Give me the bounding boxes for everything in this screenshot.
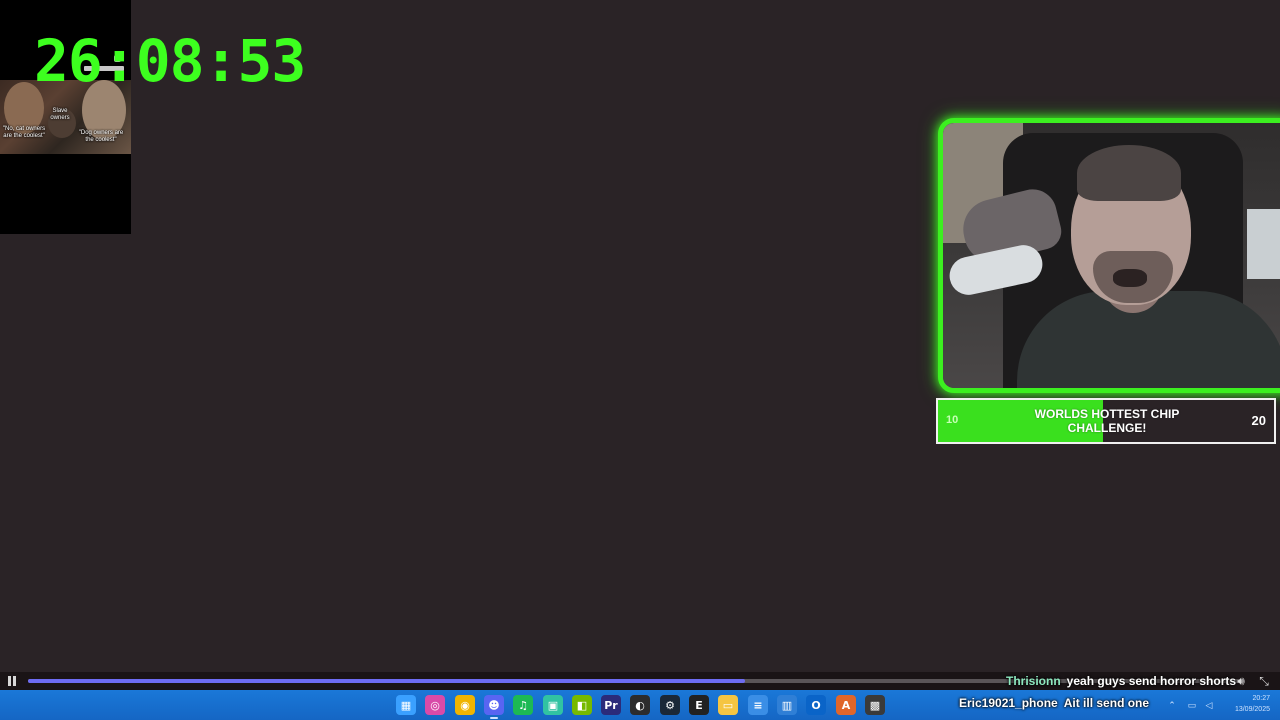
- webcam-streamer-hair: [1077, 145, 1181, 201]
- search-icon[interactable]: ◎: [425, 695, 445, 715]
- volume-tray-icon[interactable]: ◁: [1203, 699, 1215, 711]
- exit-fullscreen-icon[interactable]: ⤡: [1257, 674, 1271, 688]
- stream-stage: "No, cat owners are the coolest" Slave o…: [0, 0, 1280, 672]
- chat-username: Thrisionn: [1006, 674, 1061, 688]
- nvidia-icon[interactable]: ◧: [572, 695, 592, 715]
- pause-button[interactable]: [6, 675, 18, 687]
- video-player-controls: 🔊︎ ⤡ Thrisionn yeah guys send horror shor…: [0, 672, 1280, 690]
- goal-max-value: 20: [1251, 413, 1266, 428]
- task-manager-icon[interactable]: ▥: [777, 695, 797, 715]
- windows-taskbar: ▦ ◎ ◉ ☻ ♫ ▣ ◧ Pr ◐ ⚙ E ▭ ≡ ▥ O A ▩ Eric19021_phone Ait il…: [0, 690, 1280, 720]
- windows-start-icon[interactable]: ▦: [396, 695, 416, 715]
- minecraft-icon[interactable]: ▩: [865, 695, 885, 715]
- app-a-icon[interactable]: A: [836, 695, 856, 715]
- outlook-icon[interactable]: O: [806, 695, 826, 715]
- goal-min-value: 10: [946, 414, 959, 426]
- streamlabs-icon[interactable]: ▣: [543, 695, 563, 715]
- tray-date: 13/09/2025: [1234, 706, 1270, 713]
- spotify-icon[interactable]: ♫: [513, 695, 533, 715]
- notepad-icon[interactable]: ≡: [748, 695, 768, 715]
- tray-clock[interactable]: 20:27 13/09/2025: [1235, 693, 1270, 715]
- chat-username: Eric19021_phone: [959, 696, 1058, 710]
- chat-message: Thrisionn yeah guys send horror shorts: [1006, 674, 1236, 688]
- chat-text: yeah guys send horror shorts: [1066, 674, 1237, 688]
- tray-time: 20:27: [1252, 695, 1270, 702]
- webcam-right-object: [1247, 209, 1280, 279]
- file-explorer-icon[interactable]: ▭: [718, 695, 738, 715]
- mini-caption-left: "No, cat owners are the coolest": [2, 126, 46, 139]
- mini-caption-right: "Dog owners are the coolest": [78, 130, 124, 143]
- webcam-frame: [938, 118, 1280, 393]
- chat-text: Ait ill send one: [1063, 696, 1150, 710]
- steam-icon[interactable]: ⚙: [660, 695, 680, 715]
- subathon-timer: 26:08:53: [34, 27, 306, 95]
- goal-title-line2: CHALLENGE!: [1067, 421, 1147, 435]
- premiere-pro-icon[interactable]: Pr: [601, 695, 621, 715]
- goal-progress-widget: 10 WORLDS HOTTEST CHIP CHALLENGE! 20: [936, 398, 1276, 444]
- volume-icon[interactable]: 🔊︎: [1234, 674, 1248, 688]
- mini-caption-mid: Slave owners: [50, 108, 70, 121]
- webcam-streamer-mouth: [1113, 269, 1147, 287]
- seek-bar-progress: [28, 679, 746, 683]
- discord-icon[interactable]: ☻: [484, 695, 504, 719]
- network-icon[interactable]: ▭: [1186, 699, 1198, 711]
- goal-title: WORLDS HOTTEST CHIP CHALLENGE!: [1028, 407, 1186, 435]
- obs-icon[interactable]: ◐: [630, 695, 650, 715]
- goal-title-line1: WORLDS HOTTEST CHIP: [1034, 407, 1180, 421]
- tray-chevron-icon[interactable]: ⌃: [1166, 699, 1178, 711]
- chrome-icon[interactable]: ◉: [455, 695, 475, 715]
- chat-message: Eric19021_phone Ait ill send one: [959, 696, 1149, 710]
- epic-games-icon[interactable]: E: [689, 695, 709, 715]
